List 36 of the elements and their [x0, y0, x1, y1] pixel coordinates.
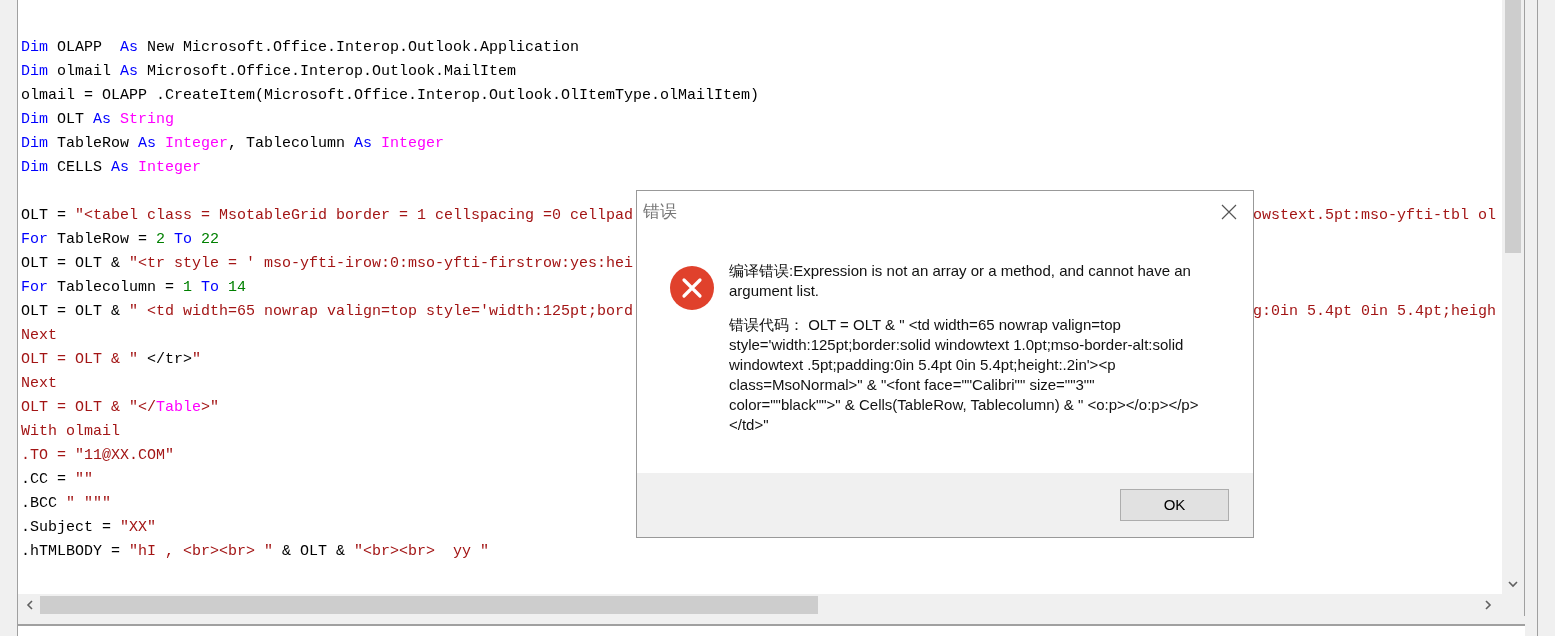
code-line: Next	[21, 326, 57, 346]
scrollbar-thumb[interactable]	[40, 596, 818, 614]
code-line: OLT = OLT & "<tr style = ' mso-yfti-irow:0:mso-yfti-firstrow:yes:hei	[21, 254, 634, 274]
code-line: Dim CELLS As Integer	[21, 158, 202, 178]
scroll-down-icon[interactable]	[1508, 580, 1518, 588]
code-line: .BCC " """	[21, 494, 112, 514]
code-line: .TO = "11@XX.COM"	[21, 446, 175, 466]
code-line: For Tablecolumn = 1 To 14	[21, 278, 247, 298]
scroll-right-icon[interactable]	[1484, 600, 1492, 610]
vertical-scrollbar[interactable]	[1502, 0, 1524, 594]
code-line: .hTMLBODY = "hI , <br><br> " & OLT & "<br><br> yy "	[21, 542, 490, 562]
code-line: Dim OLAPP As New Microsoft.Office.Interop.Outlook.Application	[21, 38, 580, 58]
code-line: OLT = OLT & " <td width=65 nowrap valign=top style='width:125pt;bord	[21, 302, 634, 322]
code-line: OLT = OLT & " </tr>"	[21, 350, 202, 370]
code-line: OLT = OLT & "</Table>"	[21, 398, 220, 418]
code-line: owstext.5pt:mso-yfti-tbl ol	[1252, 206, 1496, 226]
code-line: With olmail	[21, 422, 121, 442]
close-icon[interactable]	[1221, 204, 1237, 220]
code-line: Dim olmail As Microsoft.Office.Interop.Outlook.MailItem	[21, 62, 517, 82]
error-message: 编译错误:Expression is not an array or a method, and cannot have an argument list.	[729, 261, 1192, 301]
code-line: Dim TableRow As Integer, Tablecolumn As Integer	[21, 134, 445, 154]
code-line: olmail = OLAPP .CreateItem(Microsoft.Office.Interop.Outlook.OlItemType.olMailItem)	[21, 86, 760, 106]
code-line: For TableRow = 2 To 22	[21, 230, 220, 250]
code-line: OLT = "<tabel class = MsotableGrid border = 1 cellspacing =0 cellpad	[21, 206, 634, 226]
error-code: 错误代码： OLT = OLT & " <td width=65 nowrap valign=top style='width:125pt;border:solid windowtext 1.0pt;mso-border-alt:solid windowtext .5pt;padding:0in 5.4pt 0in 5.4pt;height:.2in'><p class=MsoNormal>" & "<font face=""Calibri"" size=""3"" color=""black"">" & Cells(TableRow, Tablecolumn) & " <o:p></o:p></p></td>"	[729, 315, 1200, 435]
ok-button[interactable]: OK	[1120, 489, 1229, 521]
code-line: Dim OLT As String	[21, 110, 175, 130]
horizontal-scrollbar[interactable]	[18, 594, 1524, 616]
code-line: .CC = ""	[21, 470, 94, 490]
code-line: Next	[21, 374, 57, 394]
scrollbar-thumb[interactable]	[1505, 0, 1521, 253]
scroll-left-icon[interactable]	[26, 600, 34, 610]
error-icon	[669, 265, 715, 311]
code-line: .Subject = "XX"	[21, 518, 157, 538]
code-line: g:0in 5.4pt 0in 5.4pt;heigh	[1252, 302, 1496, 322]
dialog-title: 错误	[643, 201, 677, 224]
